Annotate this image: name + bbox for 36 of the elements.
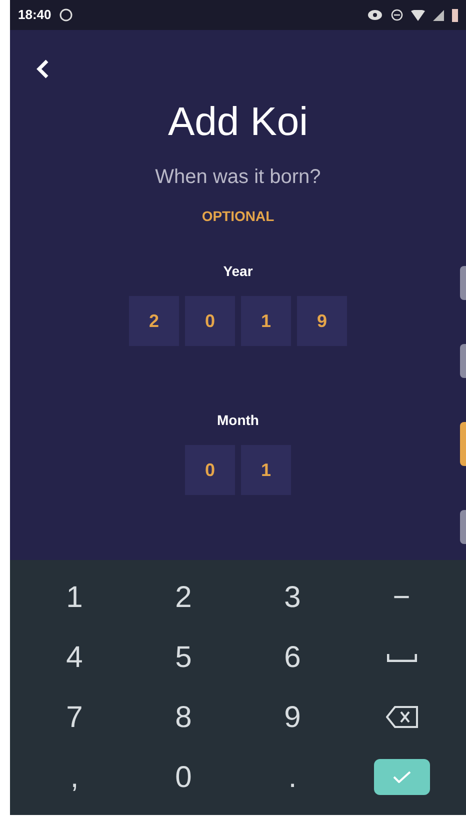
key[interactable]: 9 [238, 688, 347, 748]
check-icon [392, 771, 410, 784]
digit-field[interactable]: 0 [185, 445, 235, 495]
key[interactable]: 7 [20, 688, 129, 748]
key[interactable]: , [20, 747, 129, 807]
key[interactable]: 5 [129, 628, 238, 688]
page-title: Add Koi [168, 102, 308, 142]
subtitle: When was it born? [155, 165, 321, 190]
done-button[interactable] [374, 759, 430, 796]
field-label: Year [223, 262, 253, 281]
key[interactable]: 1 [20, 568, 129, 628]
key[interactable]: − [347, 568, 456, 628]
minus-circle-icon [391, 9, 403, 21]
key[interactable]: 2 [129, 568, 238, 628]
status-time: 18:40 [18, 6, 52, 24]
key[interactable]: . [238, 747, 347, 807]
signal-icon [433, 10, 444, 20]
wifi-icon [411, 10, 425, 20]
key[interactable]: 0 [129, 747, 238, 807]
backspace-icon [386, 706, 418, 728]
key[interactable]: 4 [20, 628, 129, 688]
space-icon [386, 654, 416, 662]
key[interactable]: 8 [129, 688, 238, 748]
back-button[interactable] [36, 58, 50, 80]
eye-icon [367, 9, 383, 21]
key[interactable]: 3 [238, 568, 347, 628]
key[interactable]: 6 [238, 628, 347, 688]
back-icon [36, 58, 50, 80]
field-label: Month [217, 411, 259, 430]
digit-field[interactable]: 2 [129, 296, 179, 346]
digit-field[interactable]: 1 [241, 296, 291, 346]
digit-field[interactable]: 0 [185, 296, 235, 346]
digit-field[interactable]: 9 [297, 296, 347, 346]
digit-field[interactable]: 1 [241, 445, 291, 495]
optional-label: OPTIONAL [202, 207, 274, 226]
battery-icon [452, 8, 458, 22]
